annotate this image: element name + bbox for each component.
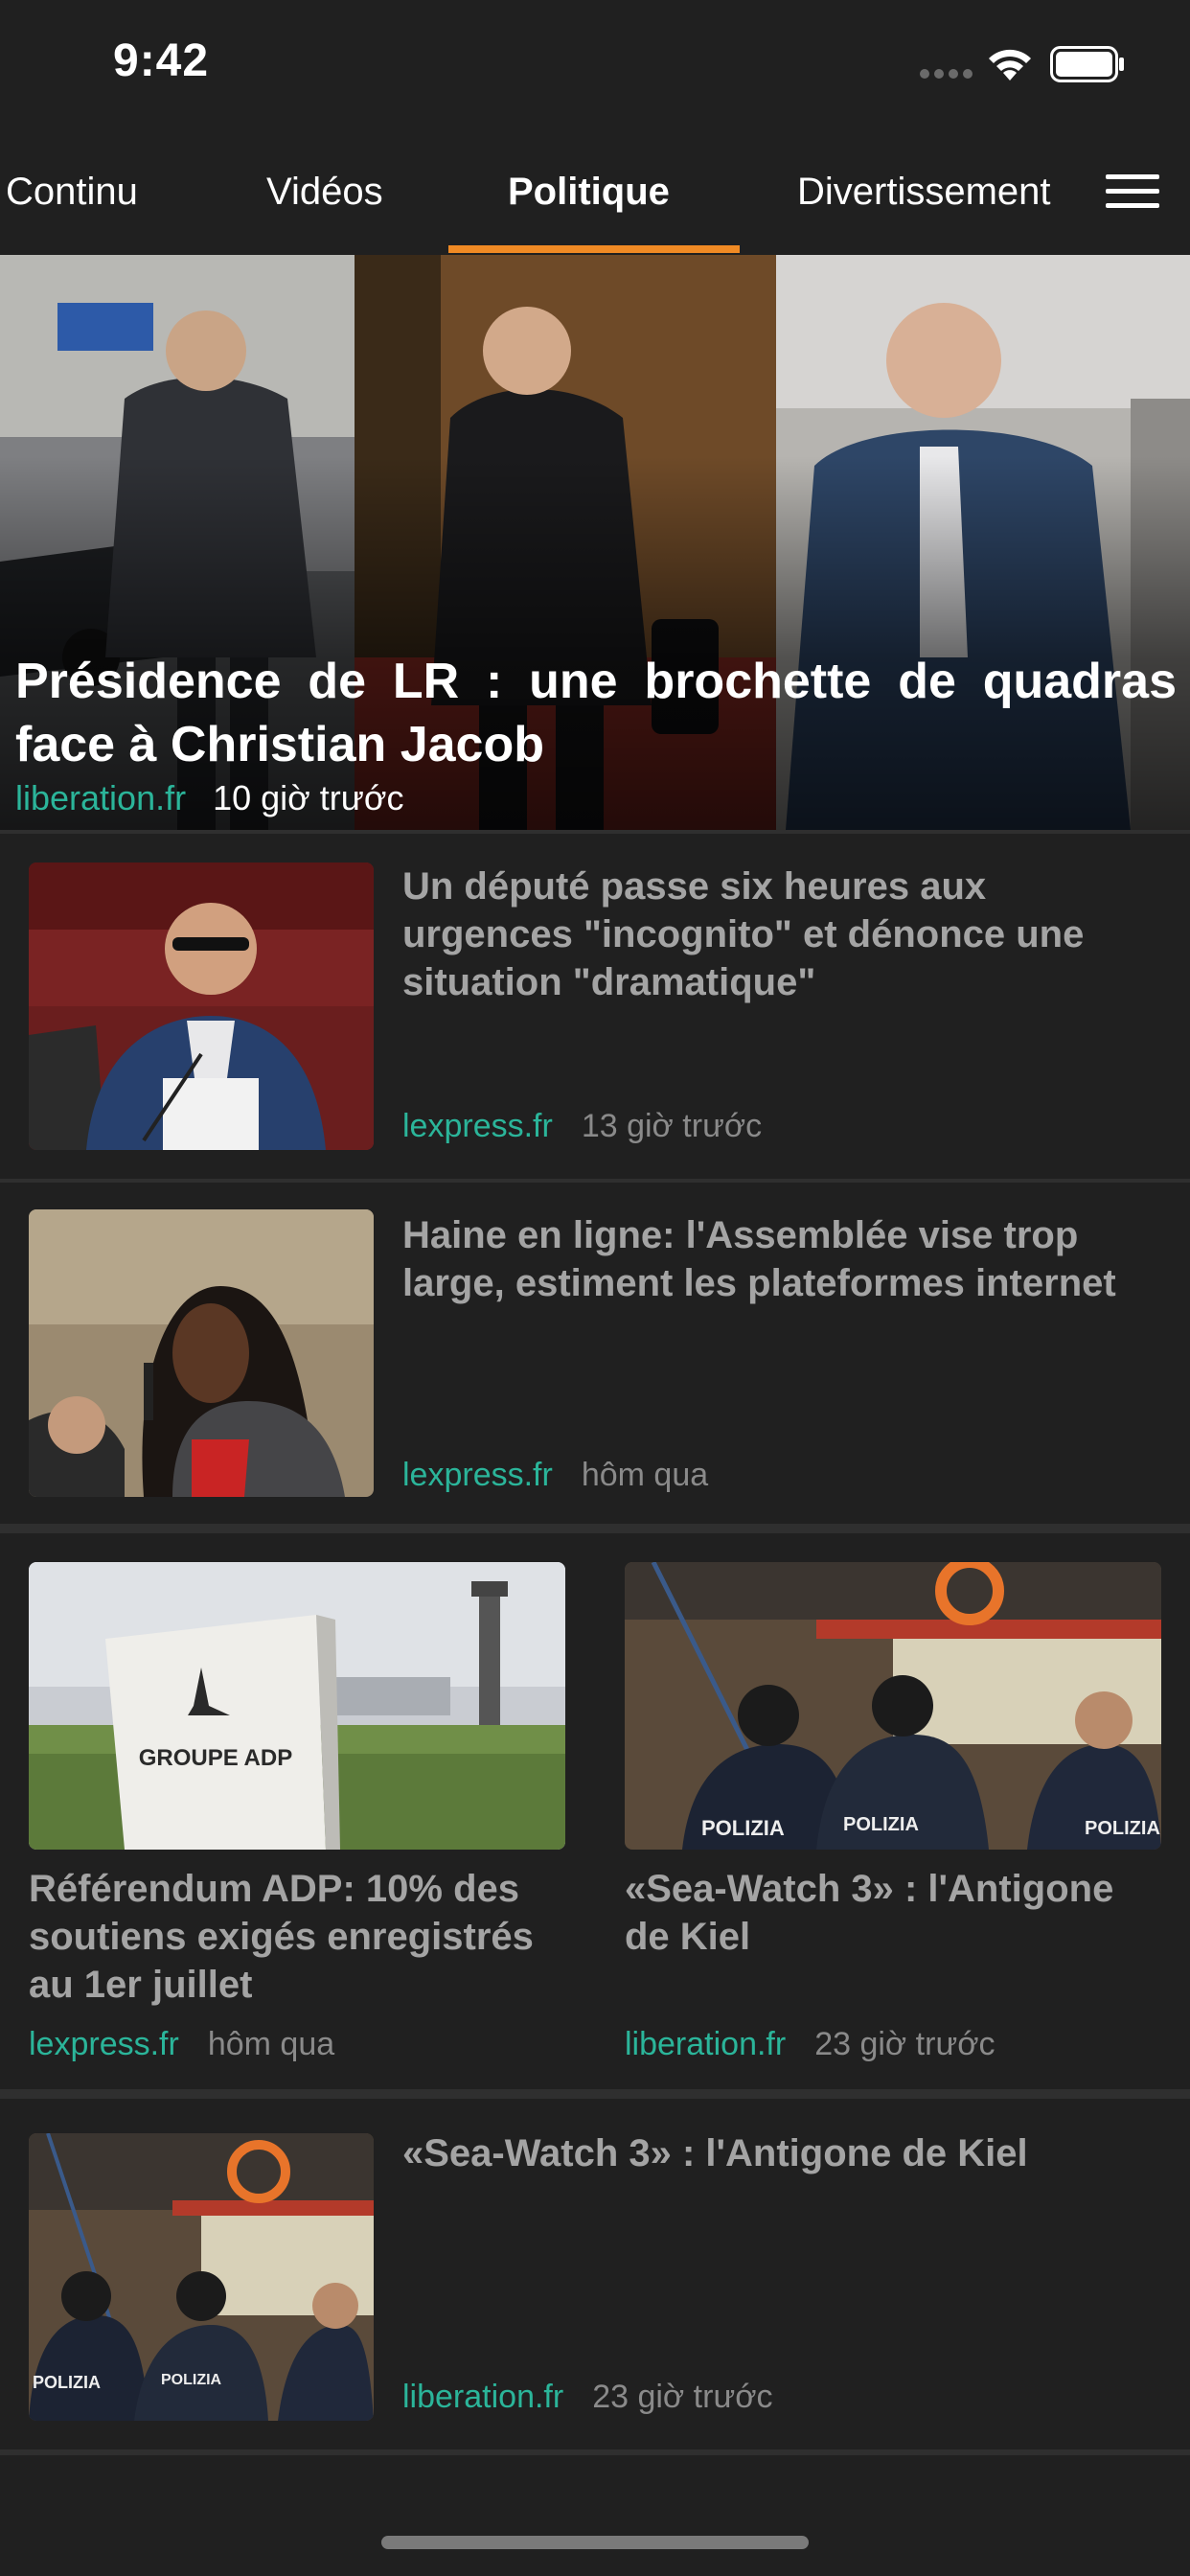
- hero-title[interactable]: Présidence de LR : une brochette de quad…: [15, 650, 1177, 776]
- vest-text: POLIZIA: [843, 1814, 919, 1835]
- active-tab-indicator: [448, 245, 740, 253]
- wifi-icon: [989, 49, 1031, 80]
- article-time: 23 giờ trước: [592, 2379, 773, 2415]
- article-title[interactable]: «Sea-Watch 3» : l'Antigone de Kiel: [402, 2129, 1150, 2177]
- grid-card-title[interactable]: Référendum ADP: 10% des soutiens exigés …: [29, 1865, 565, 2009]
- tab-divertissement[interactable]: Divertissement: [797, 171, 1051, 214]
- grid-card-title[interactable]: «Sea-Watch 3» : l'Antigone de Kiel: [625, 1865, 1161, 1961]
- hero-source: liberation.fr: [15, 778, 187, 817]
- grid-card-thumbnail: POLIZIA POLIZIA POLIZIA: [625, 1562, 1161, 1850]
- article-item[interactable]: Un député passe six heures aux urgences …: [0, 834, 1190, 1179]
- grid-card-source: lexpress.fr: [29, 2026, 179, 2062]
- vest-text: POLIZIA: [1085, 1818, 1160, 1839]
- tab-politique[interactable]: Politique: [508, 171, 670, 214]
- article-source: lexpress.fr: [402, 1457, 553, 1493]
- divider: [0, 2450, 1190, 2455]
- grid-card-source: liberation.fr: [625, 2026, 787, 2062]
- grid-card-meta: liberation.fr 23 giờ trước: [625, 2026, 995, 2063]
- home-indicator[interactable]: [381, 2536, 809, 2549]
- tab-videos[interactable]: Vidéos: [266, 171, 383, 214]
- status-time: 9:42: [113, 35, 210, 86]
- hero-article[interactable]: Présidence de LR : une brochette de quad…: [0, 255, 1190, 830]
- section-divider: [0, 2089, 1190, 2099]
- article-thumbnail: [29, 862, 374, 1150]
- article-source: lexpress.fr: [402, 1108, 553, 1144]
- article-meta: lexpress.fr hôm qua: [402, 1457, 708, 1494]
- article-item[interactable]: Haine en ligne: l'Assemblée vise trop la…: [0, 1183, 1190, 1524]
- article-item[interactable]: POLIZIA POLIZIA «Sea-Watch 3» : l'Antigo…: [0, 2099, 1190, 2450]
- hero-meta: liberation.fr 10 giờ trước: [15, 778, 403, 818]
- vest-text: POLIZIA: [701, 1816, 785, 1840]
- article-title[interactable]: Haine en ligne: l'Assemblée vise trop la…: [402, 1211, 1150, 1307]
- article-meta: lexpress.fr 13 giờ trước: [402, 1108, 762, 1145]
- article-thumbnail: [29, 1209, 374, 1497]
- sign-text: GROUPE ADP: [139, 1745, 292, 1771]
- article-source: liberation.fr: [402, 2379, 564, 2415]
- article-time: 13 giờ trước: [581, 1108, 763, 1144]
- article-thumbnail: POLIZIA POLIZIA: [29, 2133, 374, 2421]
- article-title[interactable]: Un député passe six heures aux urgences …: [402, 862, 1150, 1006]
- vest-text: POLIZIA: [33, 2373, 101, 2392]
- signal-dots-icon: [920, 69, 973, 79]
- grid-card-meta: lexpress.fr hôm qua: [29, 2026, 334, 2063]
- section-divider: [0, 1524, 1190, 1533]
- grid-card-time: hôm qua: [207, 2026, 335, 2062]
- category-tab-bar: Continu Vidéos Politique Divertissement: [0, 125, 1190, 255]
- status-bar: 9:42: [0, 0, 1190, 125]
- grid-row: GROUPE ADP Référendum ADP: 10% des souti…: [0, 1533, 1190, 2089]
- hero-time: 10 giờ trước: [213, 778, 404, 817]
- grid-card-thumbnail: GROUPE ADP: [29, 1562, 565, 1850]
- hamburger-menu-icon[interactable]: [1106, 172, 1161, 211]
- battery-icon: [1050, 46, 1124, 82]
- article-meta: liberation.fr 23 giờ trước: [402, 2379, 773, 2416]
- tab-continu[interactable]: Continu: [6, 171, 138, 214]
- grid-card-time: 23 giờ trước: [814, 2026, 995, 2062]
- vest-text: POLIZIA: [161, 2372, 222, 2388]
- article-time: hôm qua: [581, 1457, 709, 1493]
